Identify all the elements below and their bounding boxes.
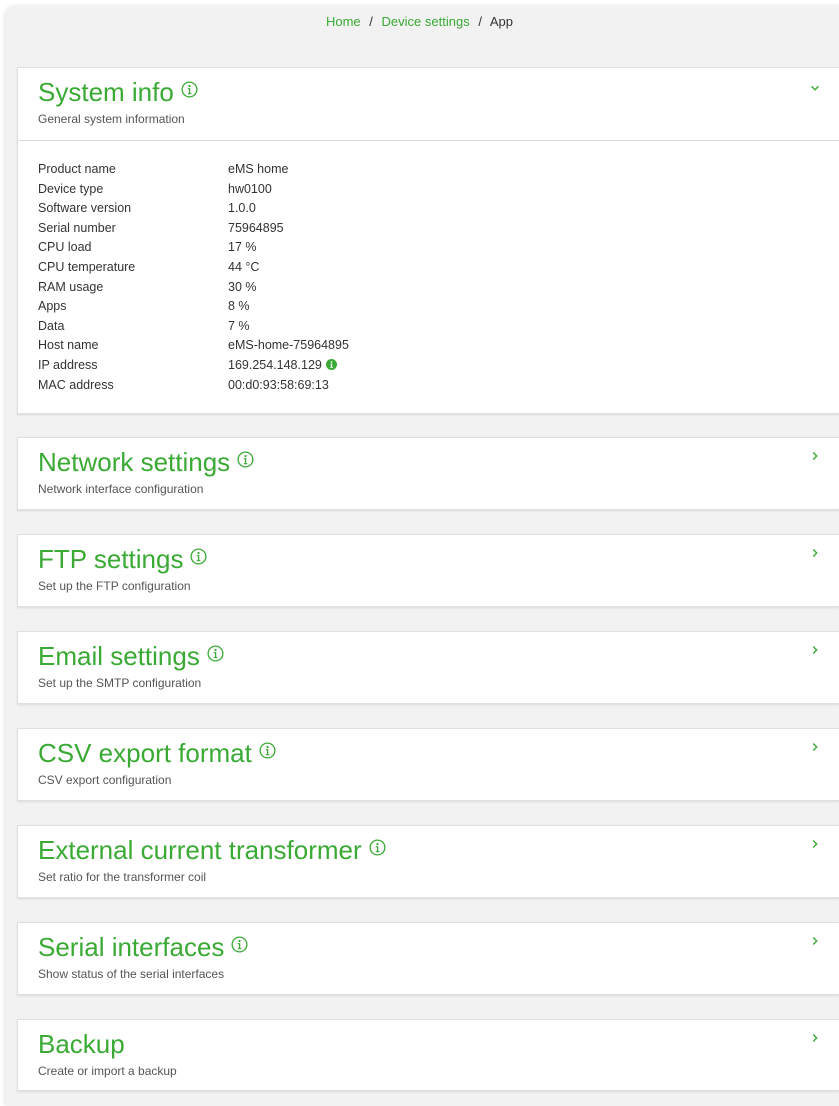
chevron-down-icon[interactable]	[809, 82, 821, 94]
info-row: CPU temperature 44 °C	[38, 258, 819, 278]
card-header[interactable]: Backup Create or import a backup	[18, 1020, 839, 1092]
info-icon[interactable]	[369, 839, 386, 856]
info-value: hw0100	[228, 181, 272, 196]
card-title: Backup	[38, 1029, 125, 1060]
info-label: MAC address	[38, 377, 114, 392]
info-row: Software version 1.0.0	[38, 199, 819, 219]
info-row: Apps 8 %	[38, 297, 819, 317]
info-label: Product name	[38, 162, 116, 176]
info-icon[interactable]	[190, 548, 207, 565]
network-settings-subtitle: Network interface configuration	[38, 482, 204, 496]
breadcrumb-home-link[interactable]: Home	[326, 14, 361, 29]
chevron-right-icon[interactable]	[809, 644, 821, 656]
chevron-right-icon[interactable]	[809, 547, 821, 559]
card-title: External current transformer	[38, 835, 386, 866]
email-settings-card[interactable]: Email settings Set up the SMTP configura…	[17, 631, 839, 704]
info-value: 75964895	[228, 220, 284, 235]
csv-export-card[interactable]: CSV export format CSV export configurati…	[17, 728, 839, 801]
system-info-table: Product name eMS home Device type hw0100 S…	[18, 141, 839, 415]
info-label: CPU temperature	[38, 259, 136, 274]
info-label: Host name	[38, 338, 99, 353]
card-title: Network settings	[38, 447, 254, 478]
ip-info-icon[interactable]	[325, 358, 337, 370]
info-row: Host name eMS-home-75964895	[38, 336, 819, 356]
info-value: eMS-home-75964895	[228, 338, 349, 353]
info-icon[interactable]	[181, 81, 198, 98]
info-value: 169.254.148.129	[228, 357, 322, 372]
card-title: Email settings	[38, 641, 224, 672]
chevron-right-icon[interactable]	[809, 450, 821, 462]
network-settings-card[interactable]: Network settings Network interface confi…	[17, 437, 839, 510]
info-label: Apps	[38, 299, 67, 314]
card-header[interactable]: CSV export format CSV export configurati…	[18, 729, 839, 801]
backup-subtitle: Create or import a backup	[38, 1064, 177, 1078]
csv-export-subtitle: CSV export configuration	[38, 773, 172, 787]
card-header[interactable]: External current transformer Set ratio f…	[18, 826, 839, 898]
info-value: 1.0.0	[228, 201, 256, 216]
info-label: CPU load	[38, 240, 92, 255]
chevron-right-icon[interactable]	[809, 1032, 821, 1044]
backup-title: Backup	[38, 1029, 125, 1059]
breadcrumb-current: App	[489, 14, 513, 29]
info-label: Data	[38, 318, 65, 333]
info-value: 44 °C	[228, 259, 260, 274]
ftp-settings-subtitle: Set up the FTP configuration	[38, 579, 191, 593]
card-header[interactable]: FTP settings Set up the FTP configuratio…	[18, 535, 839, 607]
info-value: 17 %	[228, 240, 257, 255]
card-title: FTP settings	[38, 544, 207, 575]
serial-interfaces-subtitle: Show status of the serial interfaces	[38, 967, 225, 981]
system-info-subtitle: General system information	[38, 112, 185, 126]
backup-card[interactable]: Backup Create or import a backup	[17, 1019, 839, 1091]
info-row: MAC address 00:d0:93:58:69:13	[38, 376, 819, 396]
info-value: eMS home	[228, 162, 289, 176]
info-value: 8 %	[228, 299, 250, 314]
info-label: Serial number	[38, 220, 116, 235]
chevron-right-icon[interactable]	[809, 935, 821, 947]
email-settings-title: Email settings	[38, 641, 200, 671]
info-icon[interactable]	[207, 645, 224, 662]
info-label: Software version	[38, 201, 132, 216]
network-settings-title: Network settings	[38, 447, 231, 477]
info-value: 00:d0:93:58:69:13	[228, 377, 329, 392]
info-row: CPU load 17 %	[38, 238, 819, 258]
breadcrumb: Home / Device settings / App	[0, 14, 839, 29]
chevron-right-icon[interactable]	[809, 741, 821, 753]
info-icon[interactable]	[231, 936, 248, 953]
breadcrumb-device-settings-link[interactable]: Device settings	[382, 14, 470, 29]
email-settings-subtitle: Set up the SMTP configuration	[38, 676, 202, 690]
info-label: Device type	[38, 181, 104, 196]
info-icon[interactable]	[237, 451, 254, 468]
ftp-settings-card[interactable]: FTP settings Set up the FTP configuratio…	[17, 534, 839, 607]
info-row: Data 7 %	[38, 317, 819, 337]
info-label: IP address	[38, 357, 98, 372]
external-current-transformer-subtitle: Set ratio for the transformer coil	[38, 870, 207, 884]
chevron-right-icon[interactable]	[809, 838, 821, 850]
serial-interfaces-title: Serial interfaces	[38, 932, 225, 962]
info-row: IP address 169.254.148.129	[38, 356, 819, 376]
card-header[interactable]: Email settings Set up the SMTP configura…	[18, 632, 839, 704]
breadcrumb-separator: /	[478, 14, 482, 29]
system-info-card: System info General system information P…	[17, 67, 839, 414]
info-row: Device type hw0100	[38, 180, 819, 200]
breadcrumb-separator: /	[369, 14, 373, 29]
info-row: Serial number 75964895	[38, 219, 819, 239]
card-header[interactable]: Network settings Network interface confi…	[18, 438, 839, 510]
system-info-header[interactable]: System info General system information	[18, 68, 839, 140]
info-value: 30 %	[228, 279, 257, 294]
info-value: 7 %	[228, 318, 250, 333]
card-title: Serial interfaces	[38, 932, 248, 963]
system-info-title: System info	[38, 77, 174, 107]
serial-interfaces-card[interactable]: Serial interfaces Show status of the ser…	[17, 922, 839, 995]
ftp-settings-title: FTP settings	[38, 544, 184, 574]
external-current-transformer-title: External current transformer	[38, 835, 362, 865]
card-header[interactable]: Serial interfaces Show status of the ser…	[18, 923, 839, 995]
card-title: System info	[38, 77, 198, 108]
card-title: CSV export format	[38, 738, 276, 769]
info-label: RAM usage	[38, 279, 104, 294]
info-row: RAM usage 30 %	[38, 278, 819, 298]
info-icon[interactable]	[259, 742, 276, 759]
external-current-transformer-card[interactable]: External current transformer Set ratio f…	[17, 825, 839, 898]
info-row: Product name eMS home	[38, 160, 819, 180]
csv-export-title: CSV export format	[38, 738, 252, 768]
